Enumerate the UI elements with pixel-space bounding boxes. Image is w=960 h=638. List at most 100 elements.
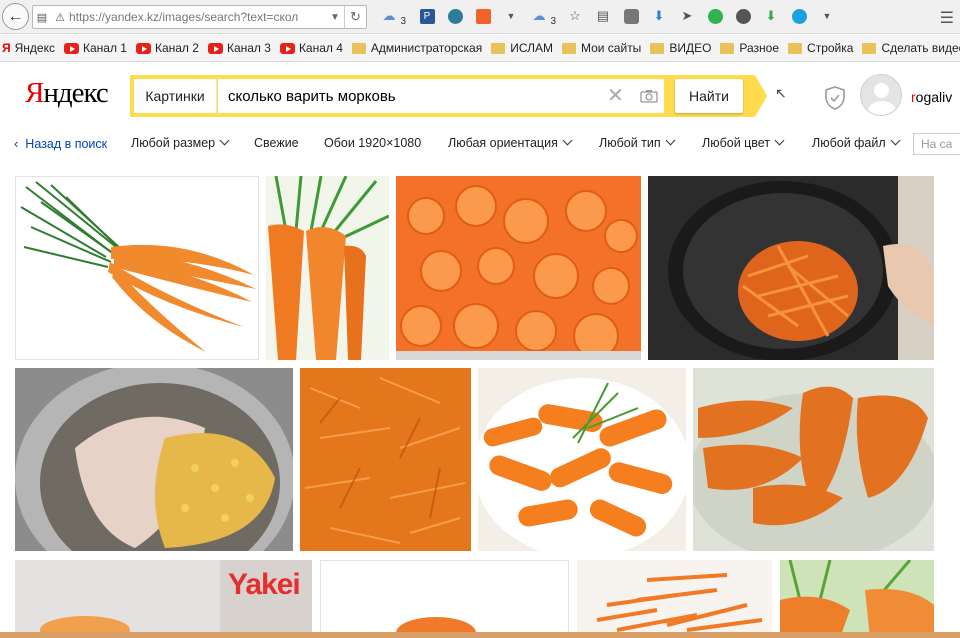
image-result-carrot-sticks[interactable] — [577, 560, 772, 638]
filter-wallpaper[interactable]: Обои 1920×1080 — [324, 136, 421, 150]
back-link-label: Назад в поиск — [25, 137, 108, 151]
image-result-boiled-carrots-pot[interactable] — [396, 176, 641, 360]
bookmark-folder-my-sites[interactable]: Мои сайты — [561, 41, 641, 55]
folder-icon — [720, 42, 735, 54]
bookmark-label: ИСЛАМ — [510, 41, 553, 55]
pocket-p-icon[interactable]: P — [416, 5, 438, 27]
image-result-carrots-in-pan[interactable] — [648, 176, 934, 360]
url-text[interactable]: https://yandex.kz/images/search?text=ско… — [69, 10, 326, 24]
youtube-icon — [135, 42, 151, 54]
image-result-carrot-bunch[interactable] — [15, 176, 259, 360]
image-result-yakei-carrot[interactable]: Yakei — [15, 560, 312, 638]
bookmark-channel-2[interactable]: Канал 2 — [135, 41, 199, 55]
pocket-icon[interactable] — [620, 5, 642, 27]
search-button[interactable]: Найти — [675, 79, 743, 113]
chevron-down-icon — [219, 135, 230, 146]
filter-orientation[interactable]: Любая ориентация — [448, 135, 573, 150]
filter-bar: ‹ Назад в поиск Любой размер Свежие Обои… — [0, 130, 960, 158]
download-green-icon[interactable]: ⬇ — [760, 5, 782, 27]
bookmark-channel-3[interactable]: Канал 3 — [207, 41, 271, 55]
image-result-meat-and-peas[interactable] — [15, 368, 293, 551]
url-dropdown-icon[interactable]: ▼ — [326, 12, 344, 23]
filter-label: Любой тип — [599, 136, 661, 150]
bookmark-label: Администраторская — [370, 41, 483, 55]
page-icon: ▤ — [36, 11, 48, 24]
yandex-icon: Я — [2, 41, 11, 55]
filter-file[interactable]: Любой файл — [812, 135, 901, 150]
menu-icon[interactable]: ☰ — [940, 8, 954, 28]
folder-icon — [351, 42, 366, 54]
bookmark-folder-admin[interactable]: Администраторская — [351, 41, 483, 55]
back-to-search-link[interactable]: ‹ Назад в поиск — [14, 136, 107, 151]
dropdown-icon-2[interactable]: ▼ — [816, 5, 838, 27]
bookmark-label: Канал 1 — [82, 41, 127, 55]
bookmark-label: Яндекс — [14, 41, 55, 55]
search-service-tag[interactable]: Картинки — [134, 79, 217, 113]
camera-icon[interactable] — [634, 79, 664, 113]
send-icon[interactable]: ➤ — [676, 5, 698, 27]
image-result-single-carrot[interactable] — [320, 560, 569, 638]
site-search-input[interactable]: На са — [913, 133, 960, 155]
download-icon[interactable]: ⬇ — [648, 5, 670, 27]
filter-label: Любой файл — [812, 136, 886, 150]
extension-icon[interactable] — [444, 5, 466, 27]
filter-label: Обои 1920×1080 — [324, 136, 422, 150]
folder-icon — [788, 42, 803, 54]
image-result-grated-carrot[interactable] — [300, 368, 471, 551]
back-arrow-icon[interactable]: ← — [2, 3, 29, 30]
search-input[interactable] — [218, 79, 663, 113]
logo-first-letter: Я — [25, 77, 44, 109]
filter-color[interactable]: Любой цвет — [702, 135, 785, 150]
chevron-left-icon: ‹ — [14, 136, 19, 151]
bookmark-folder-video[interactable]: ВИДЕО — [650, 41, 711, 55]
bookmarks-bar: Я Яндекс Канал 1 Канал 2 Канал 3 Канал 4 … — [0, 35, 960, 62]
bookmark-folder-make-video[interactable]: Сделать видео — [862, 41, 960, 55]
reading-list-icon[interactable]: ▤ — [592, 5, 614, 27]
weather-count-2: 3 — [550, 16, 556, 27]
feed-icon[interactable] — [472, 5, 494, 27]
star-icon[interactable]: ☆ — [564, 5, 586, 27]
youtube-icon — [279, 42, 295, 54]
weather-icon-2[interactable]: ☁ 3 — [528, 5, 557, 27]
folder-icon — [650, 42, 665, 54]
reload-icon[interactable]: ↻ — [344, 6, 366, 28]
bookmark-folder-construction[interactable]: Стройка — [788, 41, 853, 55]
avatar[interactable] — [860, 74, 902, 116]
bookmark-folder-misc[interactable]: Разное — [720, 41, 779, 55]
skype-icon[interactable] — [788, 5, 810, 27]
username[interactable]: rogaliv — [911, 89, 952, 105]
yandex-logo[interactable]: Яндекс — [25, 77, 109, 110]
bookmark-yandex[interactable]: Я Яндекс — [2, 41, 55, 55]
bookmark-label: Канал 3 — [226, 41, 271, 55]
image-result-baby-carrots-plate[interactable] — [478, 368, 686, 551]
address-bar[interactable]: ▤ ⚠ https://yandex.kz/images/search?text… — [32, 5, 367, 29]
bookmark-label: Канал 4 — [298, 41, 343, 55]
shield-icon[interactable] — [824, 86, 846, 110]
filter-type[interactable]: Любой тип — [599, 135, 676, 150]
folder-icon — [561, 42, 576, 54]
clear-icon[interactable]: ✕ — [607, 83, 624, 108]
dropdown-icon[interactable]: ▼ — [500, 5, 522, 27]
folder-icon — [862, 42, 877, 54]
filter-fresh[interactable]: Свежие — [254, 136, 299, 150]
bookmark-channel-1[interactable]: Канал 1 — [63, 41, 127, 55]
weather-icon[interactable]: ☁ 3 — [378, 5, 407, 27]
filter-size[interactable]: Любой размер — [131, 135, 230, 150]
image-result-carrots-glass-bowl[interactable] — [693, 368, 934, 551]
image-result-carrots-field[interactable] — [780, 560, 934, 638]
bookmark-channel-4[interactable]: Канал 4 — [279, 41, 343, 55]
bookmark-folder-islam[interactable]: ИСЛАМ — [491, 41, 553, 55]
filter-label: Свежие — [254, 136, 299, 150]
warning-lock-icon[interactable]: ⚠ — [51, 11, 69, 24]
weather-count: 3 — [400, 16, 406, 27]
chevron-down-icon — [890, 135, 901, 146]
filter-label: Любая ориентация — [448, 136, 558, 150]
yandex-header: Яндекс Картинки ✕ Найти ↖ rogaliv — [0, 63, 960, 127]
logo-rest: ндекс — [43, 77, 108, 109]
username-rest: ogaliv — [915, 89, 953, 105]
refresh-green-icon[interactable] — [704, 5, 726, 27]
filter-label: Любой размер — [131, 136, 216, 150]
bookmark-label: ВИДЕО — [669, 41, 712, 55]
image-result-carrots-greens[interactable] — [266, 176, 389, 360]
chat-icon[interactable] — [732, 5, 754, 27]
